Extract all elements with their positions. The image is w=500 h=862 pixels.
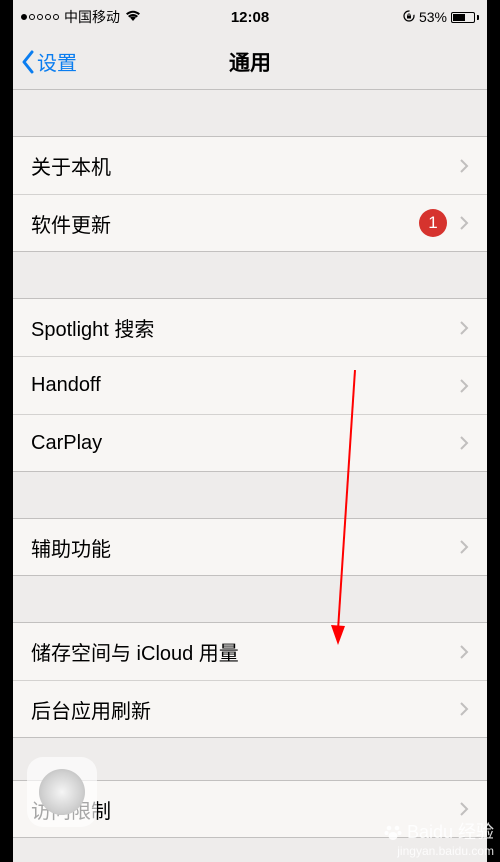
cell-carplay[interactable]: CarPlay <box>13 414 487 472</box>
chevron-right-icon <box>459 320 469 336</box>
cell-label: Spotlight 搜索 <box>31 313 459 342</box>
cell-software-update[interactable]: 软件更新 1 <box>13 194 487 252</box>
rotation-lock-icon <box>403 9 415 25</box>
signal-strength-icon <box>21 14 59 20</box>
nav-title: 通用 <box>229 47 271 77</box>
settings-content[interactable]: 关于本机 软件更新 1 Spotlight 搜索 Handoff CarPlay <box>13 90 487 838</box>
watermark-url: jingyan.baidu.com <box>383 844 494 858</box>
chevron-right-icon <box>459 644 469 660</box>
back-label: 设置 <box>37 47 77 76</box>
phone-frame: 中国移动 12:08 53% 设置 通用 关于本机 <box>13 0 487 862</box>
cell-label: 后台应用刷新 <box>31 695 459 724</box>
wifi-icon <box>125 9 141 25</box>
chevron-right-icon <box>459 378 469 394</box>
cell-storage-icloud[interactable]: 储存空间与 iCloud 用量 <box>13 622 487 680</box>
cell-label: 软件更新 <box>31 209 419 238</box>
cell-about[interactable]: 关于本机 <box>13 136 487 194</box>
battery-pct-label: 53% <box>419 9 447 25</box>
cell-handoff[interactable]: Handoff <box>13 356 487 414</box>
assistive-touch-icon <box>39 769 85 815</box>
chevron-right-icon <box>459 215 469 231</box>
status-bar: 中国移动 12:08 53% <box>13 0 487 34</box>
battery-icon <box>451 12 479 23</box>
watermark: Baidu 经验 jingyan.baidu.com <box>383 822 494 858</box>
chevron-right-icon <box>459 435 469 451</box>
cell-background-refresh[interactable]: 后台应用刷新 <box>13 680 487 738</box>
cell-label: 辅助功能 <box>31 533 459 562</box>
paw-icon <box>383 823 403 843</box>
chevron-right-icon <box>459 701 469 717</box>
cell-label: 关于本机 <box>31 151 459 180</box>
cell-accessibility[interactable]: 辅助功能 <box>13 518 487 576</box>
chevron-right-icon <box>459 539 469 555</box>
cell-label: Handoff <box>31 374 459 397</box>
assistive-touch-button[interactable] <box>27 757 97 827</box>
update-badge: 1 <box>419 209 447 237</box>
chevron-right-icon <box>459 158 469 174</box>
watermark-brand: Baidu 经验 <box>407 822 494 844</box>
nav-bar: 设置 通用 <box>13 34 487 90</box>
cell-spotlight[interactable]: Spotlight 搜索 <box>13 298 487 356</box>
cell-label: CarPlay <box>31 432 459 455</box>
back-button[interactable]: 设置 <box>21 47 77 76</box>
cell-label: 储存空间与 iCloud 用量 <box>31 637 459 666</box>
clock-label: 12:08 <box>231 9 269 26</box>
chevron-right-icon <box>459 801 469 817</box>
carrier-label: 中国移动 <box>64 7 120 27</box>
